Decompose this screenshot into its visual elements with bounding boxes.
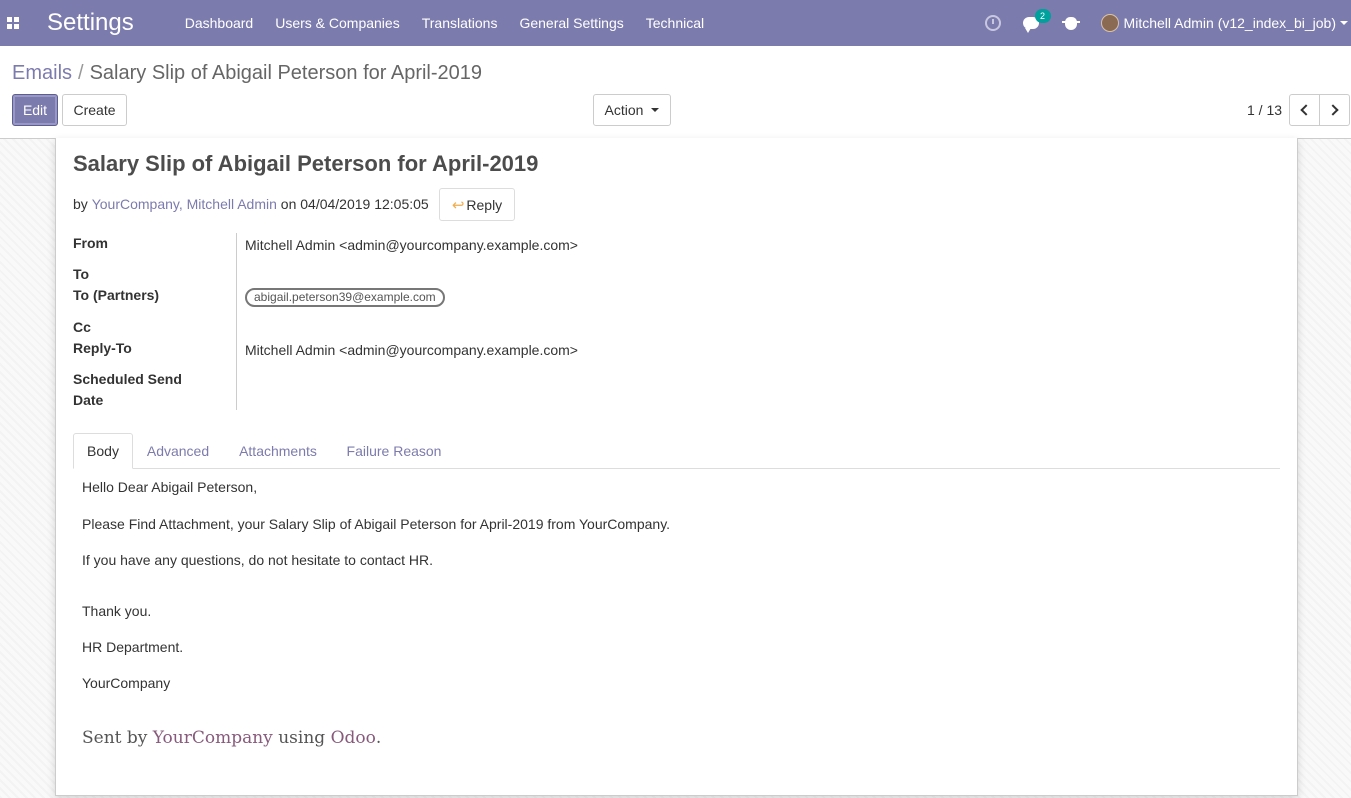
- activity-clock-icon[interactable]: [984, 15, 1001, 31]
- action-dropdown[interactable]: Action: [593, 94, 671, 126]
- apps-menu-icon[interactable]: [0, 0, 26, 46]
- tab-advanced[interactable]: Advanced: [137, 433, 219, 469]
- author-links[interactable]: YourCompany, Mitchell Admin: [92, 196, 277, 212]
- body-line-1: Please Find Attachment, your Salary Slip…: [82, 516, 671, 532]
- body-company: YourCompany: [82, 675, 171, 691]
- reply-icon: ↩: [451, 196, 465, 214]
- debug-bug-icon[interactable]: [1061, 16, 1080, 30]
- body-thanks: Thank you.: [82, 603, 152, 619]
- reply-to-value: Mitchell Admin <admin@yourcompany.exampl…: [245, 342, 578, 358]
- menu-translations[interactable]: Translations: [422, 15, 498, 31]
- sent-suffix: .: [375, 728, 382, 748]
- cc-label: Cc: [73, 319, 91, 335]
- sent-by-footer: Sent by YourCompany using Odoo.: [82, 728, 381, 748]
- to-partners-label: To (Partners): [73, 287, 160, 303]
- from-value: Mitchell Admin <admin@yourcompany.exampl…: [245, 237, 578, 253]
- menu-users-companies[interactable]: Users & Companies: [275, 15, 400, 31]
- partner-tag[interactable]: abigail.peterson39@example.com: [245, 288, 445, 307]
- pager-previous-button[interactable]: [1289, 94, 1320, 126]
- from-label: From: [73, 235, 108, 251]
- edit-button[interactable]: Edit: [12, 94, 58, 126]
- on-text: on: [280, 196, 297, 212]
- message-byline: by YourCompany, Mitchell Admin on 04/04/…: [73, 196, 429, 212]
- sent-using-text: using: [278, 728, 326, 748]
- sent-by-company-link[interactable]: YourCompany: [153, 728, 273, 748]
- to-label: To: [73, 266, 90, 282]
- tab-failure-reason[interactable]: Failure Reason: [337, 433, 451, 469]
- create-button[interactable]: Create: [62, 94, 127, 126]
- scheduled-date-label: Scheduled Send: [73, 371, 182, 387]
- notebook-tabs: Body Advanced Attachments Failure Reason: [73, 433, 1280, 469]
- action-label: Action: [604, 102, 644, 118]
- app-title: Settings: [47, 9, 134, 36]
- field-divider: [236, 233, 237, 410]
- user-menu[interactable]: Mitchell Admin (v12_index_bi_job): [1124, 15, 1336, 31]
- reply-to-label: Reply-To: [73, 340, 132, 356]
- breadcrumb-current: Salary Slip of Abigail Peterson for Apri…: [89, 62, 483, 84]
- by-text: by: [73, 196, 88, 212]
- body-department: HR Department.: [82, 639, 184, 655]
- sent-by-prefix: Sent by: [82, 728, 148, 748]
- reply-button[interactable]: ↩ Reply: [439, 188, 515, 221]
- top-navbar: Settings Dashboard Users & Companies Tra…: [0, 0, 1351, 46]
- odoo-link[interactable]: Odoo: [331, 728, 376, 748]
- tab-body[interactable]: Body: [73, 433, 133, 469]
- user-avatar[interactable]: [1100, 14, 1119, 32]
- reply-label: Reply: [466, 196, 503, 213]
- breadcrumb-separator: /: [78, 62, 84, 84]
- breadcrumb: Emails / Salary Slip of Abigail Peterson…: [12, 62, 482, 85]
- tab-attachments[interactable]: Attachments: [229, 433, 327, 469]
- chat-count-badge: 2: [1034, 9, 1051, 23]
- scheduled-date-label-2: Date: [73, 392, 104, 408]
- chevron-down-icon[interactable]: [1340, 21, 1348, 25]
- message-date: 04/04/2019 12:05:05: [300, 196, 429, 212]
- menu-dashboard[interactable]: Dashboard: [185, 15, 254, 31]
- body-line-2: If you have any questions, do not hesita…: [82, 552, 433, 568]
- menu-technical[interactable]: Technical: [646, 15, 704, 31]
- pager-next-button[interactable]: [1319, 94, 1350, 126]
- messaging-menu[interactable]: 2: [1022, 9, 1051, 33]
- breadcrumb-emails[interactable]: Emails: [12, 62, 72, 85]
- body-greeting: Hello Dear Abigail Peterson,: [82, 479, 258, 495]
- chevron-left-icon: [1300, 104, 1312, 116]
- menu-general-settings[interactable]: General Settings: [519, 15, 623, 31]
- pager-value[interactable]: 1 / 13: [1247, 102, 1282, 118]
- chevron-right-icon: [1327, 104, 1339, 116]
- message-subject: Salary Slip of Abigail Peterson for Apri…: [73, 151, 539, 176]
- caret-down-icon: [651, 108, 660, 112]
